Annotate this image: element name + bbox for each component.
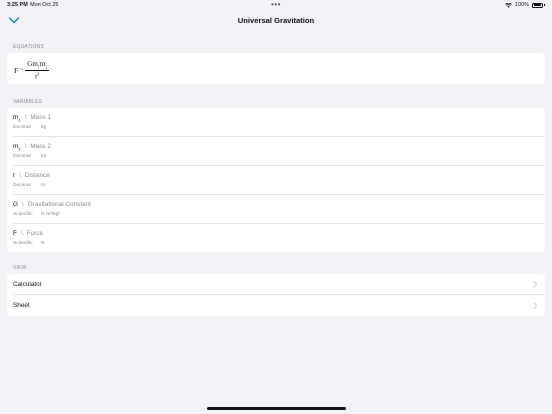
variable-name: Gravitational Constant xyxy=(27,201,91,208)
variable-row[interactable]: G \ Gravitational Constant Scientific N·… xyxy=(7,195,545,224)
variable-name: Mass 2 xyxy=(30,143,51,150)
variable-type: Decimal xyxy=(13,183,31,188)
view-item-sheet[interactable]: Sheet xyxy=(7,295,545,316)
variable-unit: m xyxy=(41,183,46,188)
variable-type: Scientific xyxy=(13,241,33,246)
view-header: VIEW xyxy=(13,265,27,271)
equation-card[interactable]: F = Gm1m2 r2 xyxy=(7,53,545,84)
variable-type: Decimal xyxy=(13,154,31,159)
view-item-calculator[interactable]: Calculator xyxy=(7,274,545,295)
variable-separator: \ xyxy=(21,201,24,208)
variable-title: G \ Gravitational Constant xyxy=(13,201,91,208)
equation-denominator: r2 xyxy=(35,71,40,80)
variable-type: Decimal xyxy=(13,125,31,130)
denominator-exponent: 2 xyxy=(37,71,40,77)
variable-separator: \ xyxy=(24,143,27,150)
equations-header: EQUATIONS xyxy=(13,44,44,50)
variable-title: r \ Distance xyxy=(13,172,50,179)
variable-name: Distance xyxy=(24,172,50,179)
battery-cap xyxy=(544,4,545,6)
variable-row[interactable]: m1 \ Mass 1 Decimal kg xyxy=(7,108,545,137)
view-card: Calculator Sheet xyxy=(7,274,545,316)
variables-card: m1 \ Mass 1 Decimal kg m2 \ Mass 2 Decim… xyxy=(7,108,545,252)
multitasking-dots-icon[interactable]: ••• xyxy=(271,0,281,9)
variable-unit: N xyxy=(41,241,45,246)
variable-type: Scientific xyxy=(13,212,33,217)
equation-formula: F = Gm1m2 r2 xyxy=(14,60,50,81)
numerator-sub2: 2 xyxy=(45,64,48,70)
chevron-right-icon xyxy=(533,302,538,309)
variable-meta: Decimal m xyxy=(13,183,45,188)
variable-meta: Scientific N xyxy=(13,241,45,246)
battery-percent: 100% xyxy=(514,2,529,8)
view-item-label: Calculator xyxy=(13,281,42,288)
variable-symbol: m1 xyxy=(13,114,21,123)
variables-header: VARIABLES xyxy=(13,99,43,105)
battery-icon xyxy=(532,2,543,8)
equation-relation: = xyxy=(20,67,24,74)
variable-separator: \ xyxy=(19,172,21,179)
variable-name: Mass 1 xyxy=(30,114,51,121)
variable-title: m2 \ Mass 2 xyxy=(13,143,51,151)
variable-row[interactable]: F \ Force Scientific N xyxy=(7,224,545,252)
chevron-right-icon xyxy=(533,281,538,288)
variable-unit: N·m²/kg² xyxy=(41,212,61,217)
equation-lhs: F xyxy=(14,65,19,75)
status-date: Mon Oct 25 xyxy=(30,2,59,8)
variable-symbol: F xyxy=(13,230,17,237)
variable-row[interactable]: r \ Distance Decimal m xyxy=(7,166,545,195)
numerator-gm: Gm xyxy=(27,60,38,68)
variable-symbol: r xyxy=(13,172,16,179)
status-time: 3:25 PM xyxy=(7,2,28,8)
variable-meta: Decimal kg xyxy=(13,125,46,130)
variable-meta: Scientific N·m²/kg² xyxy=(13,212,60,217)
variable-unit: kg xyxy=(41,125,47,130)
variable-title: F \ Force xyxy=(13,230,43,237)
variable-name: Force xyxy=(26,230,44,237)
equation-fraction: Gm1m2 r2 xyxy=(25,60,50,81)
variable-separator: \ xyxy=(24,114,27,121)
page-title: Universal Gravitation xyxy=(237,16,315,25)
navigation-bar: Universal Gravitation xyxy=(0,12,552,30)
variable-separator: \ xyxy=(20,230,23,237)
variable-meta: Decimal kg xyxy=(13,154,46,159)
variable-row[interactable]: m2 \ Mass 2 Decimal kg xyxy=(7,137,545,166)
view-item-label: Sheet xyxy=(13,302,30,309)
variable-title: m1 \ Mass 1 xyxy=(13,114,51,122)
status-bar: 3:25 PM Mon Oct 25 ••• 100% xyxy=(0,0,552,12)
status-right: 100% xyxy=(504,2,545,8)
wifi-icon xyxy=(504,2,512,8)
home-indicator[interactable] xyxy=(207,407,346,410)
variable-symbol: G xyxy=(13,201,18,208)
variable-unit: kg xyxy=(41,154,47,159)
variable-symbol: m2 xyxy=(13,143,21,152)
equation-numerator: Gm1m2 xyxy=(25,60,50,71)
